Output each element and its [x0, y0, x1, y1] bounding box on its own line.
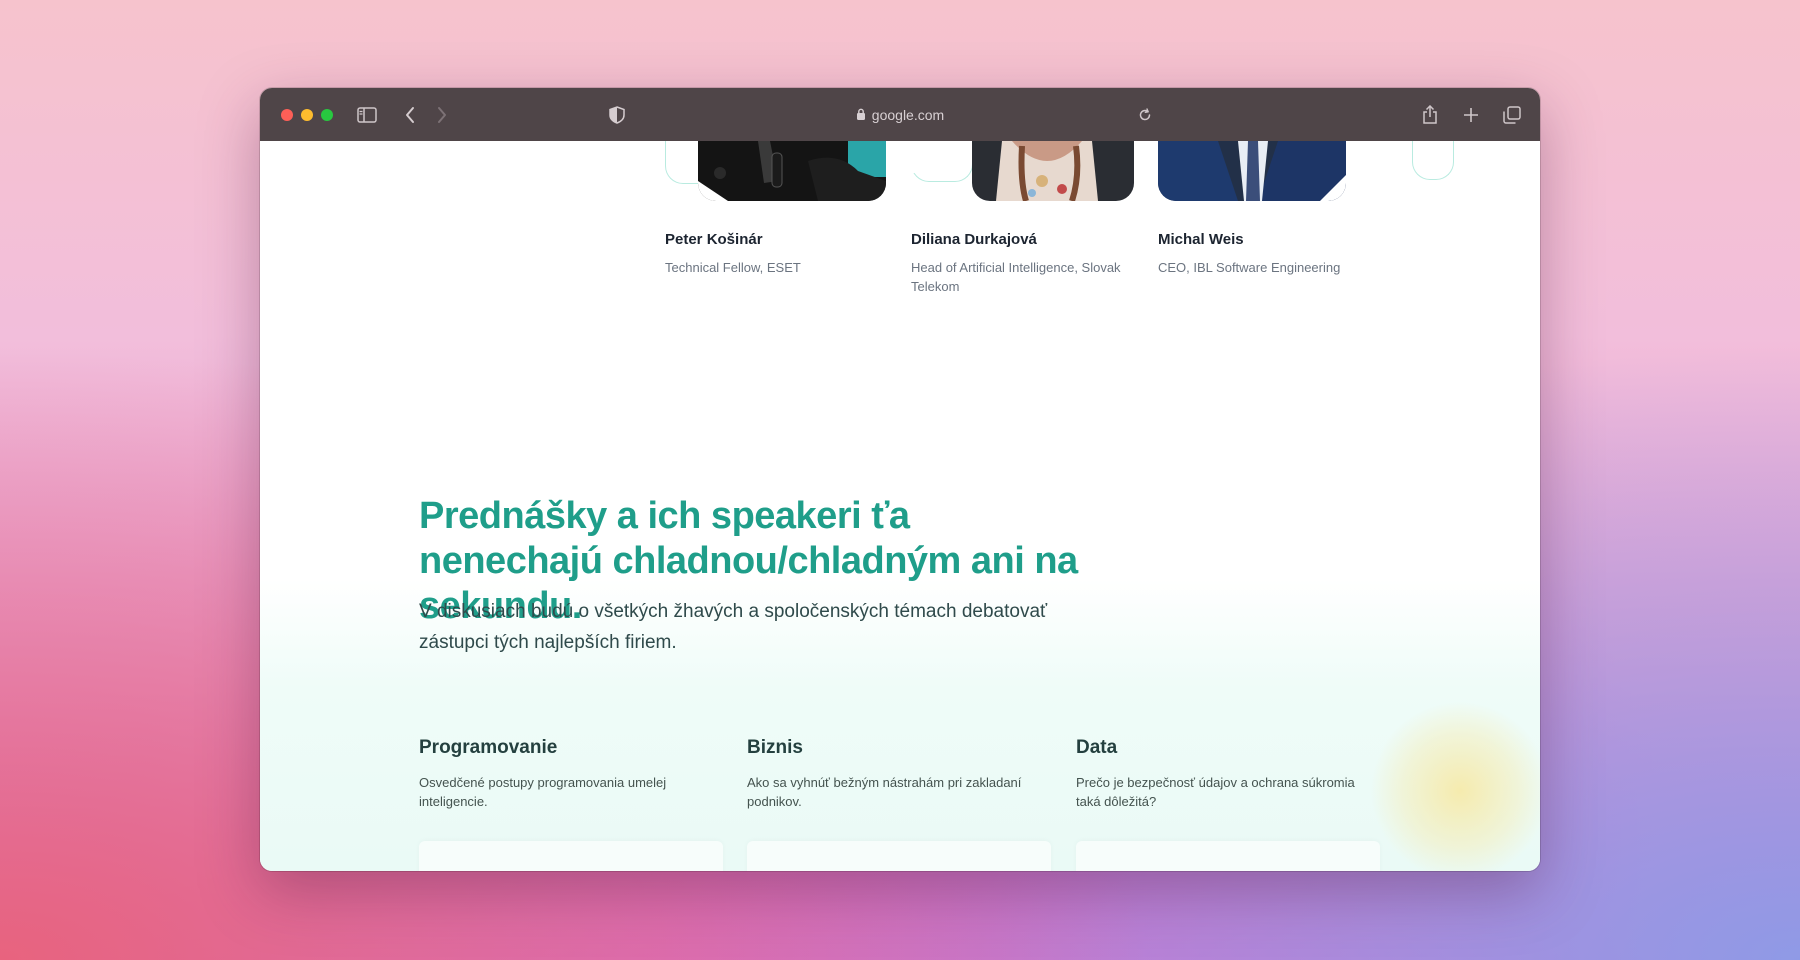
sidebar-icon[interactable] — [355, 103, 379, 127]
address-url: google.com — [871, 107, 945, 123]
category-description: Ako sa vyhnúť bežným nástrahám pri zakla… — [747, 775, 1022, 809]
address-bar[interactable]: google.com — [815, 103, 985, 127]
page-content: Peter Košinár Technical Fellow, ESET Dil… — [260, 141, 1540, 871]
maximize-window-button[interactable] — [321, 109, 333, 121]
speaker-name[interactable]: Michal Weis — [1158, 231, 1244, 248]
category-description: Prečo je bezpečnosť údajov a ochrana súk… — [1076, 775, 1355, 809]
browser-toolbar: google.com — [260, 88, 1540, 141]
category-card-programovanie[interactable] — [419, 841, 723, 871]
shield-icon[interactable] — [605, 103, 629, 127]
speaker-photo-3 — [1158, 141, 1346, 201]
plus-icon[interactable] — [1459, 103, 1483, 127]
speaker-name[interactable]: Peter Košinár — [665, 231, 763, 248]
category-description: Osvedčené postupy programovania umelej i… — [419, 775, 667, 809]
share-icon[interactable] — [1418, 103, 1442, 127]
category-title-programovanie: Programovanie — [419, 737, 558, 758]
reload-icon[interactable] — [1133, 103, 1157, 127]
chevron-right-icon[interactable] — [430, 103, 454, 127]
close-window-button[interactable] — [281, 109, 293, 121]
photo-frame-decoration — [1412, 141, 1454, 180]
category-title-data: Data — [1076, 737, 1118, 758]
section-subline: V diskusiach budú o všetkých žhavých a s… — [419, 601, 1048, 653]
speaker-role: CEO, IBL Software Engineering — [1158, 260, 1341, 275]
lock-icon — [856, 107, 866, 123]
category-card-biznis[interactable] — [747, 841, 1051, 871]
speaker-role: Head of Artificial Intelligence, Slovak … — [911, 260, 1121, 294]
category-card-data[interactable] — [1076, 841, 1380, 871]
speaker-photo-1 — [698, 141, 886, 201]
browser-window: google.com Peter Košinár Technical Fello… — [260, 88, 1540, 871]
tabs-overview-icon[interactable] — [1500, 103, 1524, 127]
decorative-glow — [1370, 701, 1540, 871]
minimize-window-button[interactable] — [301, 109, 313, 121]
category-title-biznis: Biznis — [747, 737, 803, 758]
speaker-photo-2 — [972, 141, 1134, 201]
chevron-left-icon[interactable] — [398, 103, 422, 127]
speaker-role: Technical Fellow, ESET — [665, 260, 801, 275]
speaker-name[interactable]: Diliana Durkajová — [911, 231, 1037, 248]
